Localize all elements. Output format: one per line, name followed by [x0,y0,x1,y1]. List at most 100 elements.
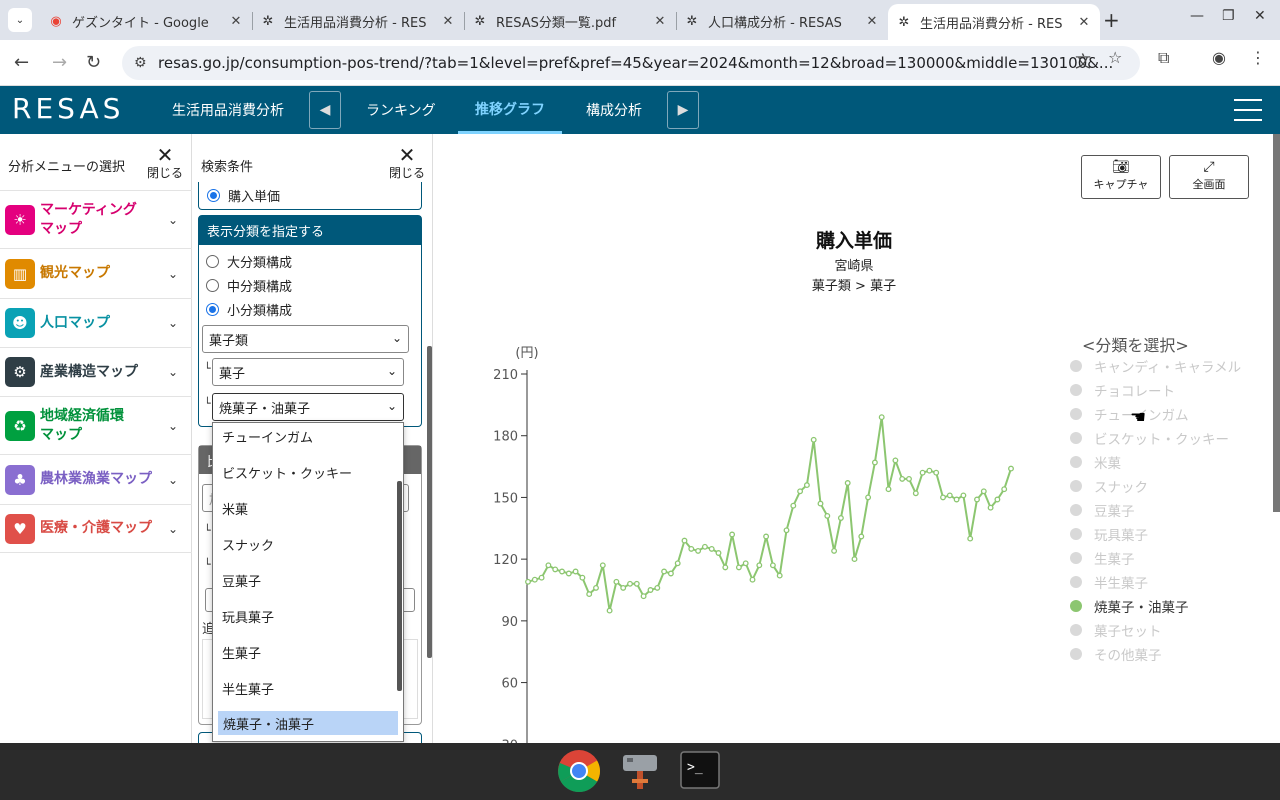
url-field[interactable]: ⚙ resas.go.jp/consumption-pos-trend/?tab… [122,46,1140,80]
dropdown-option[interactable]: 米菓 [213,496,397,520]
menu-item-industry-map[interactable]: ⚙ 産業構造マップ ⌄ [0,347,192,396]
dropdown-option[interactable]: チューインガム [213,424,397,448]
chevron-down-icon: ⌄ [168,365,179,379]
restore-icon[interactable]: ❐ [1222,8,1235,24]
panel-scrollbar[interactable] [427,346,432,658]
page-scrollbar[interactable] [1273,134,1280,512]
legend-label: スナック [1094,480,1148,496]
legend-item[interactable]: チョコレート [1070,380,1175,400]
browser-tab-3[interactable]: ✲ RESAS分類一覧.pdf ✕ [464,6,676,36]
dropdown-scrollbar[interactable] [397,481,402,691]
window-close-icon[interactable]: ✕ [1254,8,1266,24]
profile-icon[interactable]: ◉ [1212,48,1226,67]
tab-title: ゲズンタイト - Google [72,15,209,31]
analysis-menu-close-button[interactable]: ✕ 閉じる [147,145,183,181]
browser-tab-5-active[interactable]: ✲ 生活用品消費分析 - RES ✕ [888,4,1100,40]
legend-item[interactable]: 玩具菓子 [1070,524,1148,544]
dropdown-option[interactable]: 豆菓子 [213,568,397,592]
radio-icon [207,189,220,202]
legend-dot-icon [1070,360,1082,372]
chevron-down-icon: ⌄ [168,266,179,281]
nav-trend-graph[interactable]: 推移グラフ [458,86,562,134]
menu-item-medical-map[interactable]: ♥ 医療・介護マップ ⌄ [0,504,192,553]
forward-icon[interactable]: → [52,52,67,73]
search-conditions-title: 検索条件 [201,160,254,175]
legend-dot-icon [1070,552,1082,564]
middle-category-select[interactable]: 菓子 ⌄ [212,358,404,386]
chrome-icon[interactable] [557,749,601,793]
search-panel-close-button[interactable]: ✕ 閉じる [389,145,425,181]
small-category-dropdown[interactable]: チューインガム ビスケット・クッキー 米菓 スナック 豆菓子 玩具菓子 生菓子 … [212,422,404,742]
back-icon[interactable]: ← [14,52,29,73]
tab-search-icon[interactable]: ⌄ [8,8,32,32]
dropdown-option[interactable]: ビスケット・クッキー [213,460,397,484]
legend-item[interactable]: 生菓子 [1070,548,1135,568]
legend-label: 焼菓子・油菓子 [1094,600,1189,616]
legend-item[interactable]: 豆菓子 [1070,500,1135,520]
dropdown-option-selected[interactable]: 焼菓子・油菓子 [218,711,398,735]
legend-dot-icon [1070,576,1082,588]
small-category-select[interactable]: 焼菓子・油菓子 ⌄ [212,393,404,421]
nav-composition-analysis[interactable]: 構成分析 [586,86,642,134]
legend-dot-icon [1070,432,1082,444]
minimize-icon[interactable]: — [1190,8,1204,24]
tab-close-icon[interactable]: ✕ [1076,15,1092,30]
radio-purchase-price[interactable]: 購入単価 [207,186,280,205]
menu-item-agriculture-map[interactable]: ♣ 農林業漁業マップ ⌄ [0,454,192,504]
dropdown-option[interactable]: 生菓子 [213,640,397,664]
legend-item[interactable]: 米菓 [1070,452,1121,472]
dropdown-option[interactable]: 玩具菓子 [213,604,397,628]
nav-ranking[interactable]: ランキング [366,86,436,134]
resas-icon: ✲ [686,13,698,29]
tab-close-icon[interactable]: ✕ [228,14,244,29]
reload-icon[interactable]: ↻ [86,52,101,73]
tab-close-icon[interactable]: ✕ [652,14,668,29]
radio-large-category[interactable]: 大分類構成 [206,252,292,271]
site-info-icon[interactable]: ⚙ [134,55,147,71]
tab-title: 人口構成分析 - RESAS [708,15,842,31]
legend-item[interactable]: スナック [1070,476,1148,496]
nav-next-arrow-icon[interactable]: ▶ [667,91,699,129]
dropdown-option[interactable]: 半生菓子 [213,676,397,700]
radio-middle-category[interactable]: 中分類構成 [206,276,292,295]
menu-item-tourism-map[interactable]: ▥ 観光マップ ⌄ [0,248,192,298]
fullscreen-button[interactable]: ⤢ 全画面 [1169,155,1249,199]
legend-item[interactable]: 菓子セット [1070,620,1162,640]
disk-icon[interactable] [618,749,662,793]
legend-item[interactable]: 半生菓子 [1070,572,1148,592]
browser-tab-4[interactable]: ✲ 人口構成分析 - RESAS ✕ [676,6,888,36]
tab-close-icon[interactable]: ✕ [440,14,456,29]
translate-icon[interactable]: 文 [1075,48,1091,72]
capture-button[interactable]: 📷︎ キャプチャ [1081,155,1161,199]
legend-item[interactable]: ビスケット・クッキー [1070,428,1229,448]
analysis-menu: 分析メニューの選択 ✕ 閉じる ☀ マーケティング マップ ⌄ ▥ 観光マップ ⌄… [0,134,192,743]
broad-category-select[interactable]: 菓子類 ⌄ [202,325,409,353]
menu-item-population-map[interactable]: ☻ 人口マップ ⌄ [0,298,192,347]
legend-dot-icon [1070,384,1082,396]
browser-menu-icon[interactable]: ⋮ [1250,48,1266,67]
legend-item[interactable]: その他菓子 [1070,644,1162,664]
terminal-icon[interactable]: >_ [678,749,722,793]
nav-consumption-analysis[interactable]: 生活用品消費分析 [172,86,284,134]
extensions-icon[interactable]: ⧉ [1158,48,1169,68]
browser-tab-1[interactable]: ◉ ゲズンタイト - Google ✕ [40,6,252,36]
resas-logo[interactable]: RESAS [12,92,124,125]
bookmark-star-icon[interactable]: ☆ [1108,48,1122,67]
legend-item[interactable]: 焼菓子・油菓子 [1070,596,1189,616]
camera-icon: 📷︎ [1112,159,1130,175]
radio-small-category[interactable]: 小分類構成 [206,300,292,319]
browser-tab-2[interactable]: ✲ 生活用品消費分析 - RES ✕ [252,6,464,36]
new-tab-icon[interactable]: + [1103,8,1120,32]
heart-icon: ♥ [5,513,35,544]
legend-item[interactable]: キャンディ・キャラメル [1070,356,1241,376]
svg-text:>_: >_ [687,760,703,775]
hamburger-menu-icon[interactable] [1234,99,1262,121]
tab-close-icon[interactable]: ✕ [864,14,880,29]
menu-item-regional-economy-map[interactable]: ♻ 地域経済循環 マップ ⌄ [0,396,192,454]
menu-item-marketing-map[interactable]: ☀ マーケティング マップ ⌄ [0,190,192,248]
chevron-down-icon: ⌄ [168,316,179,330]
nav-prev-arrow-icon[interactable]: ◀ [309,91,341,129]
dropdown-option[interactable]: スナック [213,532,397,556]
legend-label: チョコレート [1094,384,1175,400]
legend-label: 玩具菓子 [1094,528,1148,544]
